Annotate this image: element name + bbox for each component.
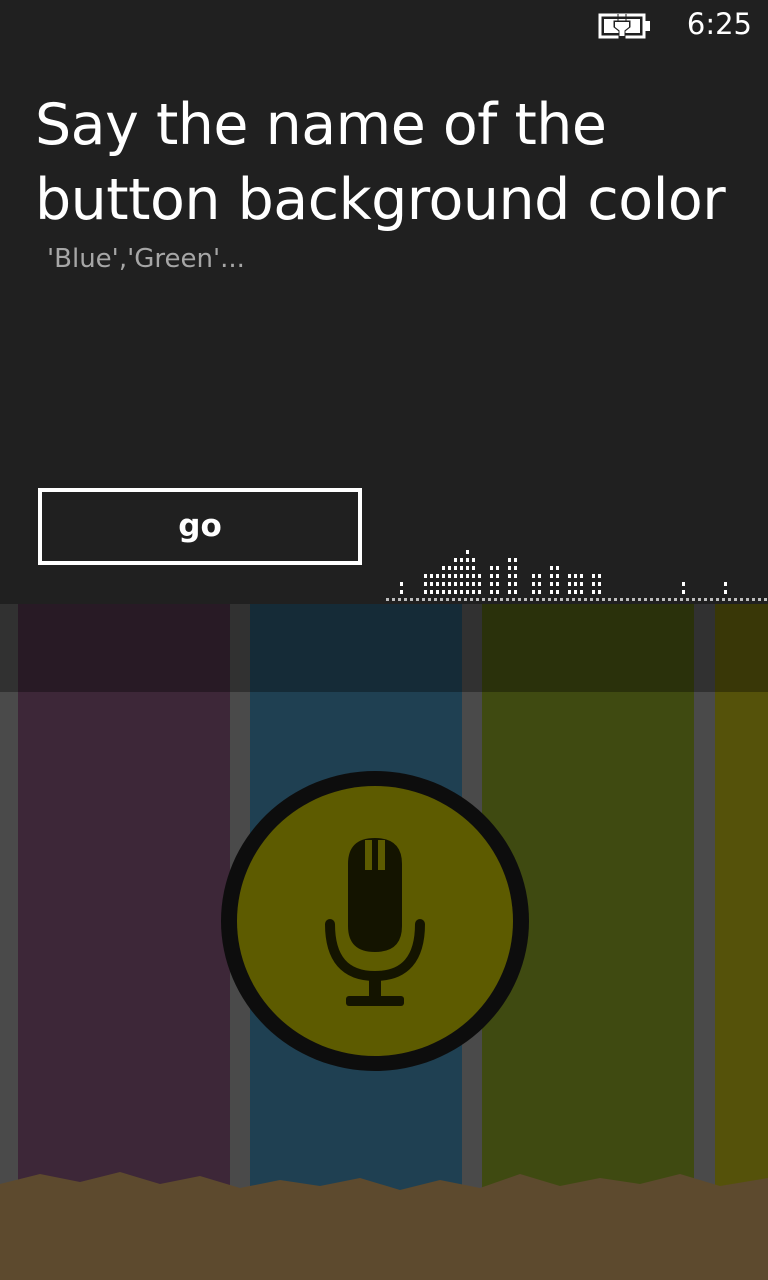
screen: Say the name of the button background col… — [0, 0, 768, 1280]
microphone-icon — [325, 838, 425, 1006]
go-button[interactable]: go — [38, 488, 362, 565]
speech-prompt-panel: Say the name of the button background col… — [0, 0, 768, 604]
prompt-title-line2: button background color — [35, 167, 726, 233]
prompt-title: Say the name of the button background col… — [35, 88, 768, 238]
battery-charging-icon — [598, 13, 650, 39]
status-bar: 6:25 — [0, 0, 768, 52]
status-clock: 6:25 — [686, 7, 752, 41]
prompt-hint: 'Blue','Green'... — [47, 244, 245, 274]
audio-level-meter-icon — [386, 550, 767, 601]
prompt-title-line1: Say the name of the — [35, 92, 607, 158]
top-shade — [0, 604, 768, 692]
